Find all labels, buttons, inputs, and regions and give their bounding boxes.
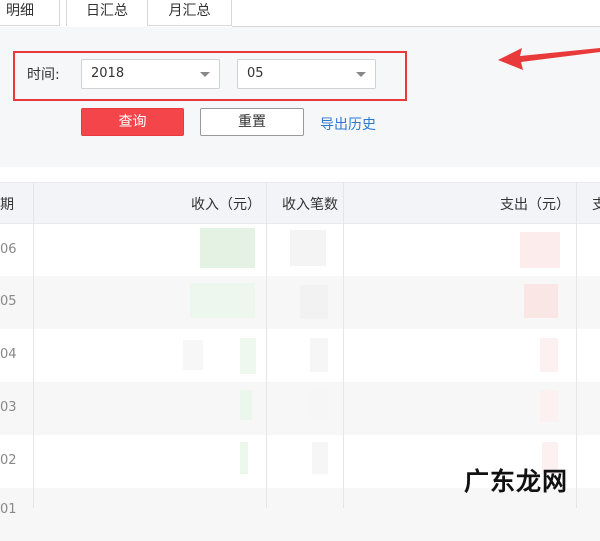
table-row: 04 [0, 329, 600, 382]
blurred-income-count [300, 285, 328, 319]
row-date: 03 [0, 400, 17, 415]
tab-bar: 明细 日汇总 月汇总 [0, 0, 600, 28]
row-date: 06 [0, 242, 17, 257]
column-divider [343, 182, 344, 508]
column-divider [33, 182, 34, 508]
header-income-count: 收入笔数 [282, 197, 338, 213]
blurred-expense-value [520, 232, 560, 268]
time-label: 时间: [27, 67, 60, 83]
blurred-income-value [240, 442, 248, 474]
blurred-income-value [200, 228, 255, 268]
chevron-down-icon [356, 72, 366, 77]
export-history-link[interactable]: 导出历史 [320, 114, 376, 134]
blurred-expense-value [524, 284, 558, 318]
month-select[interactable]: 05 [237, 59, 376, 89]
header-income: 收入（元） [191, 197, 261, 213]
chevron-down-icon [200, 72, 210, 77]
blurred-income-value [190, 283, 255, 318]
row-date: 04 [0, 347, 17, 362]
blurred-income-count [290, 230, 326, 266]
row-date: 02 [0, 453, 17, 468]
site-watermark: 广东龙网 [464, 467, 569, 496]
blurred-income-value [183, 340, 203, 370]
column-divider [266, 182, 267, 508]
header-expense-count: 支 [592, 197, 600, 213]
tab-detail[interactable]: 明细 [0, 0, 60, 26]
blurred-income-value [240, 390, 252, 420]
blurred-income-count [312, 442, 328, 474]
blurred-income-count [310, 390, 328, 422]
blurred-expense-value [540, 390, 558, 422]
year-select[interactable]: 2018 [81, 59, 220, 89]
tab-daily-summary[interactable]: 日汇总 [66, 0, 148, 26]
row-date: 05 [0, 294, 17, 309]
blurred-income-count [310, 338, 328, 372]
month-select-value: 05 [247, 66, 264, 81]
tab-monthly-summary[interactable]: 月汇总 [148, 0, 232, 26]
table-header: 期 收入（元） 收入笔数 支出（元） 支 [0, 182, 600, 224]
query-button[interactable]: 查询 [81, 108, 184, 136]
column-divider [576, 182, 577, 508]
header-date: 期 [0, 197, 14, 213]
year-select-value: 2018 [91, 66, 125, 81]
blurred-income-value [240, 338, 256, 374]
blurred-expense-value [540, 338, 558, 372]
annotation-arrow [498, 48, 600, 70]
row-date: 01 [0, 502, 17, 517]
header-expense: 支出（元） [500, 197, 570, 213]
table-row: 03 [0, 382, 600, 435]
reset-button[interactable]: 重置 [200, 108, 304, 136]
